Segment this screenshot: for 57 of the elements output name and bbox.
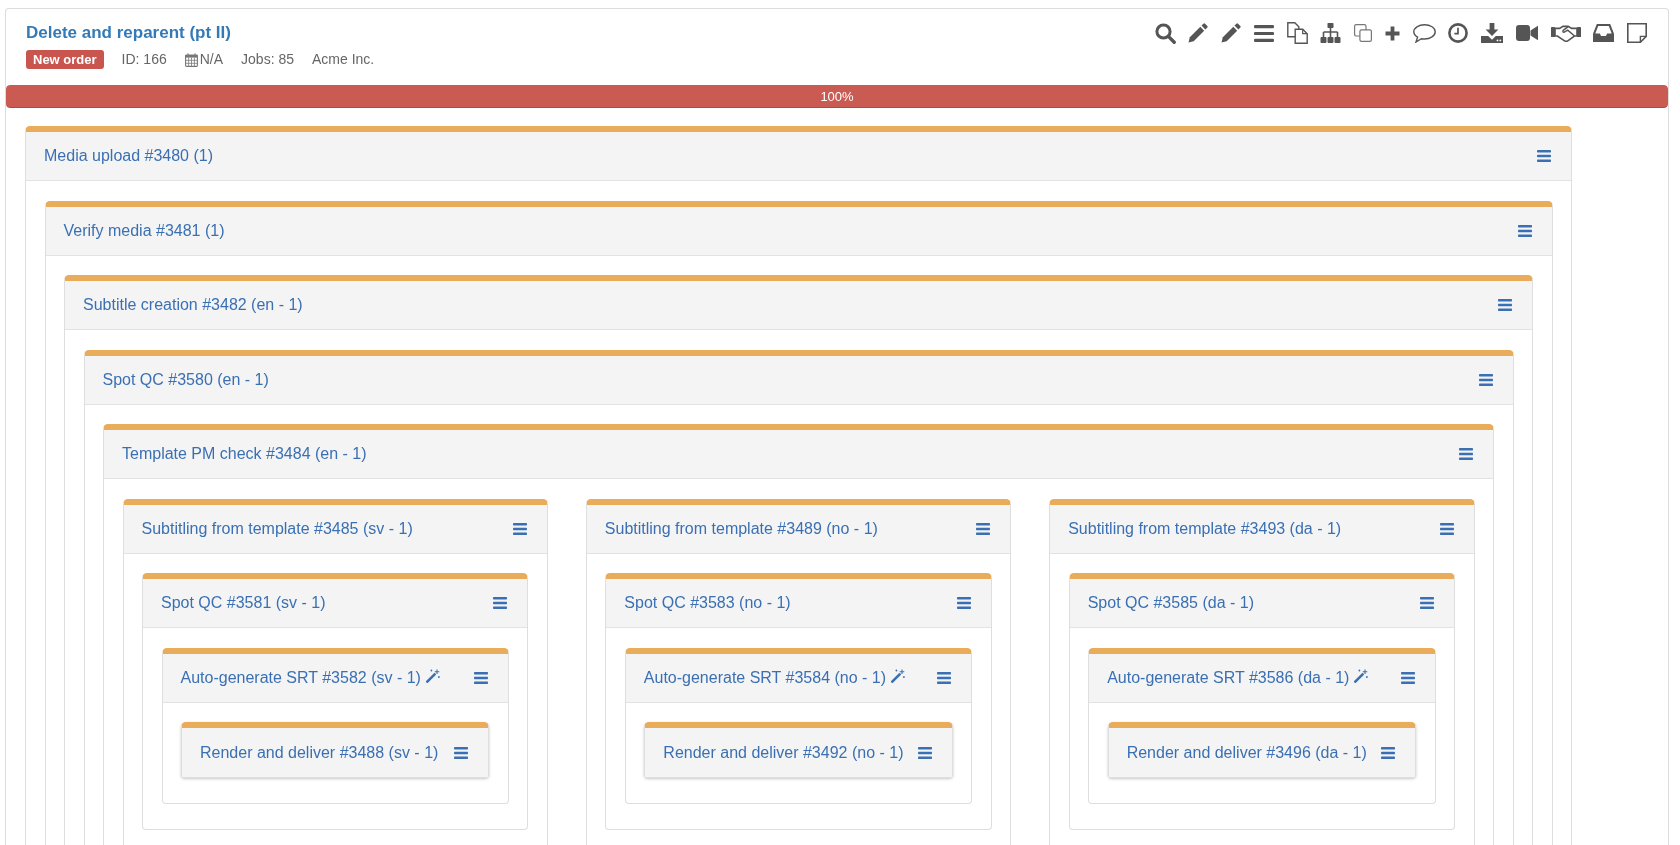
pencil-icon[interactable] <box>1221 23 1241 43</box>
order-title[interactable]: Delete and reparent (pt II) <box>26 23 375 43</box>
menu-icon[interactable] <box>976 522 991 535</box>
inbox-tray-icon[interactable] <box>1593 24 1615 42</box>
menu-icon[interactable] <box>1459 448 1473 460</box>
menu-icon[interactable] <box>1420 597 1434 609</box>
menu-icon[interactable] <box>1537 150 1551 162</box>
menu-icon[interactable] <box>454 746 469 759</box>
note-icon[interactable] <box>1627 23 1647 43</box>
plus-icon[interactable] <box>1384 25 1400 41</box>
task-title[interactable]: Render and deliver #3496 (da - 1) <box>1126 743 1367 762</box>
progress-fill: 100% <box>6 85 1668 108</box>
menu-icon[interactable] <box>937 671 952 684</box>
task-title[interactable]: Subtitling from template #3493 (da - 1) <box>1068 519 1342 538</box>
pencil-icon[interactable] <box>1188 23 1209 43</box>
menu-icon[interactable] <box>493 597 508 609</box>
calendar-icon <box>184 52 198 67</box>
task-title[interactable]: Media upload #3480 (1) <box>44 147 213 165</box>
speech-bubble-icon[interactable] <box>1412 23 1436 43</box>
menu-icon[interactable] <box>512 522 527 535</box>
task-title[interactable]: Subtitle creation #3482 (en - 1) <box>83 296 303 314</box>
status-badge: New order <box>26 50 104 69</box>
menu-icon[interactable] <box>1478 373 1493 386</box>
task-title[interactable]: Spot QC #3580 (en - 1) <box>102 370 269 389</box>
task-title[interactable]: Verify media #3481 (1) <box>63 221 225 240</box>
hierarchy-icon[interactable] <box>1320 23 1342 43</box>
task-title[interactable]: Template PM check #3484 (en - 1) <box>122 445 367 463</box>
menu-icon[interactable] <box>1253 24 1274 42</box>
menu-icon[interactable] <box>917 746 932 759</box>
task-title[interactable]: Spot QC #3583 (no - 1) <box>624 594 791 612</box>
task-title[interactable]: Subtitling from template #3489 (no - 1) <box>604 519 878 538</box>
task-title[interactable]: Render and deliver #3492 (no - 1) <box>663 743 904 762</box>
menu-icon[interactable] <box>1517 224 1532 237</box>
menu-icon[interactable] <box>1381 746 1395 759</box>
order-id: ID: 166 <box>121 50 167 69</box>
download-icon[interactable] <box>1481 23 1503 43</box>
task-title[interactable]: Render and deliver #3488 (sv - 1) <box>200 743 439 762</box>
menu-icon[interactable] <box>1400 671 1415 684</box>
jobs-count: Jobs: 85 <box>241 50 294 69</box>
task-title[interactable]: Auto-generate SRT #3584 (no - 1) <box>643 668 887 687</box>
client-name: Acme Inc. <box>312 50 375 69</box>
documents-icon[interactable] <box>1286 22 1308 44</box>
task-title[interactable]: Spot QC #3581 (sv - 1) <box>161 594 326 612</box>
overlapping-squares-icon[interactable] <box>1354 24 1372 42</box>
task-title[interactable]: Spot QC #3585 (da - 1) <box>1087 594 1254 612</box>
clock-icon[interactable] <box>1448 23 1469 43</box>
menu-icon[interactable] <box>956 597 971 609</box>
search-icon[interactable] <box>1154 22 1176 44</box>
video-camera-icon[interactable] <box>1515 25 1538 41</box>
due-date: N/A <box>199 50 224 69</box>
handshake-icon[interactable] <box>1550 24 1581 42</box>
task-title[interactable]: Auto-generate SRT #3582 (sv - 1) <box>180 668 421 687</box>
task-title[interactable]: Auto-generate SRT #3586 (da - 1) <box>1107 668 1350 687</box>
menu-icon[interactable] <box>1439 522 1454 535</box>
menu-icon[interactable] <box>473 671 488 684</box>
task-title[interactable]: Subtitling from template #3485 (sv - 1) <box>141 519 413 538</box>
menu-icon[interactable] <box>1498 299 1512 311</box>
